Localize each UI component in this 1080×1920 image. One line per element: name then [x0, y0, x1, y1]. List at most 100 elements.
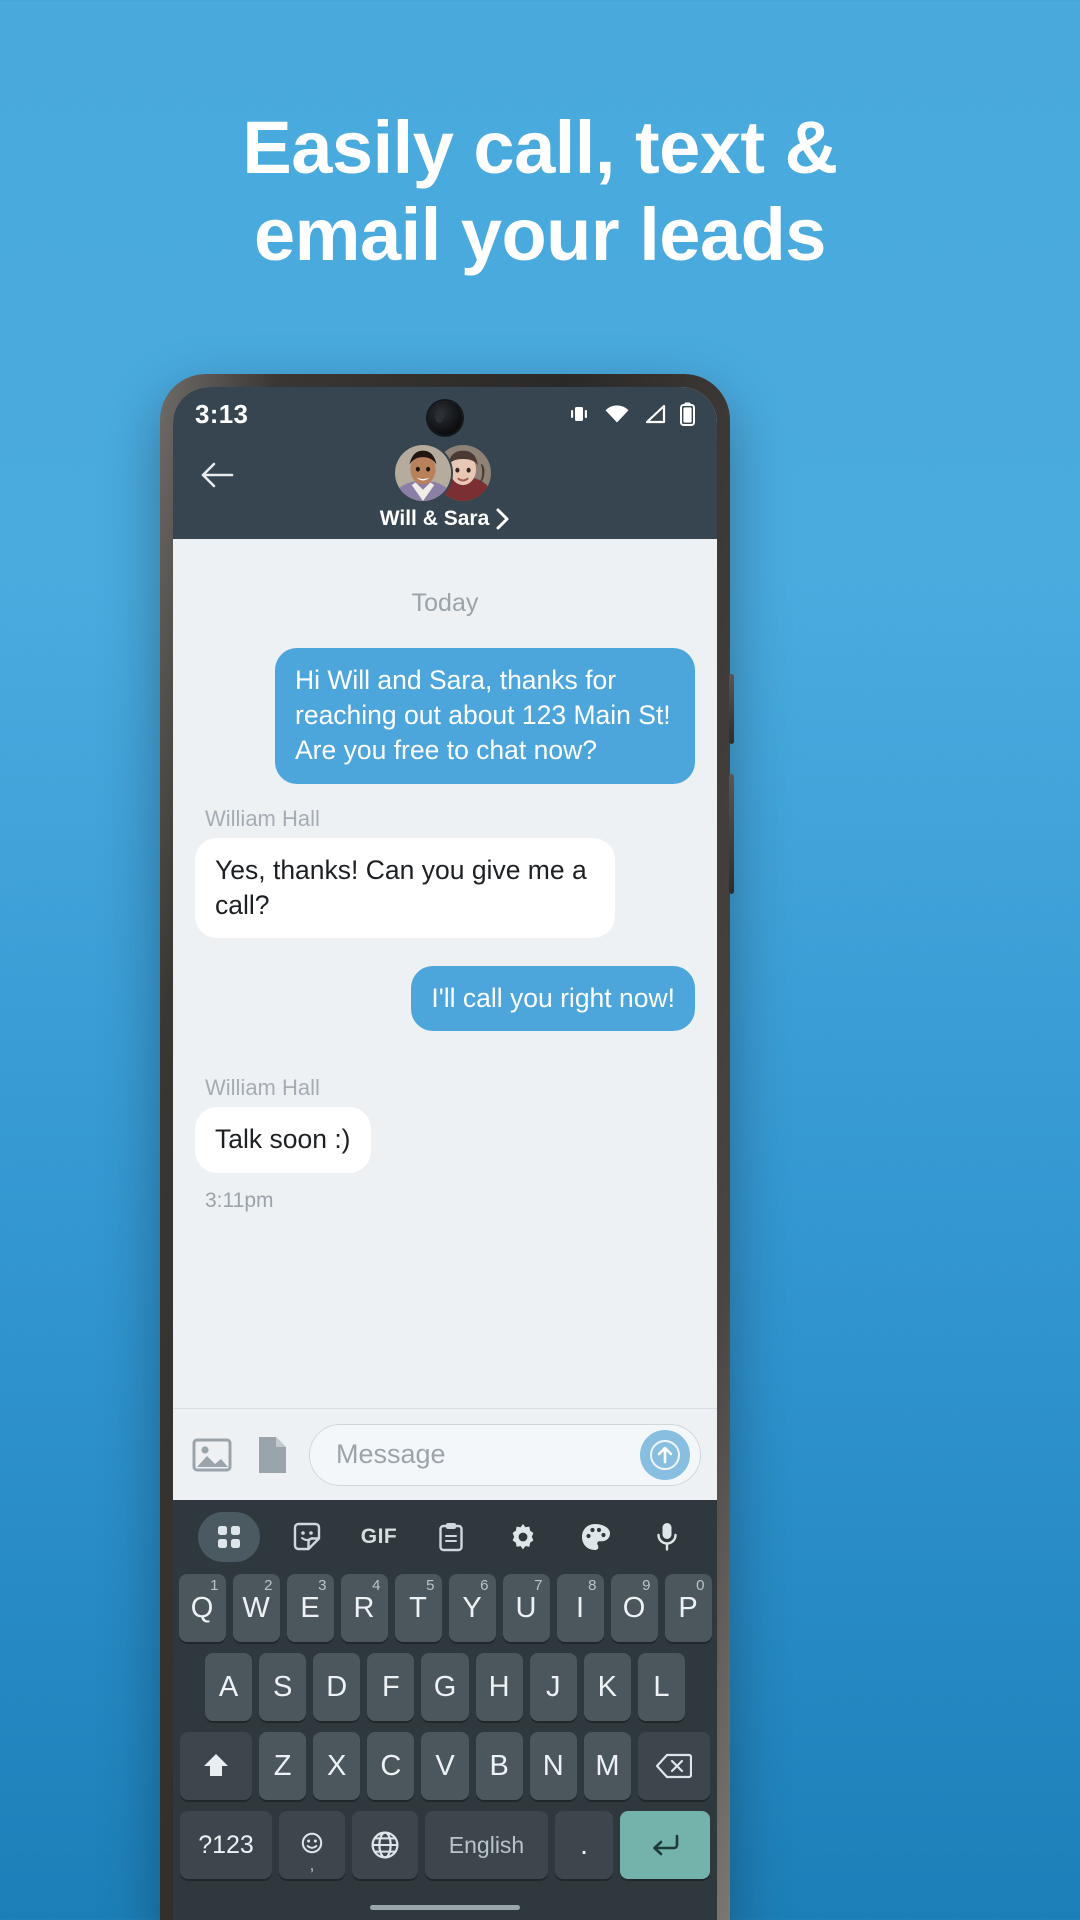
sticker-button[interactable]: [282, 1512, 332, 1562]
gif-button[interactable]: GIF: [354, 1512, 404, 1562]
voice-input-button[interactable]: [642, 1512, 692, 1562]
promo-headline: Easily call, text & email your leads: [0, 104, 1080, 279]
thread-spacer: [195, 944, 695, 966]
key-r[interactable]: 4 R: [340, 1574, 388, 1642]
thread-spacer: [195, 1037, 695, 1059]
key-l[interactable]: L: [637, 1653, 685, 1721]
key-k[interactable]: K: [583, 1653, 631, 1721]
palette-icon: [582, 1524, 610, 1550]
backspace-icon: [655, 1753, 692, 1779]
key-o-label: O: [622, 1591, 646, 1624]
power-button[interactable]: [729, 674, 734, 744]
key-g[interactable]: G: [421, 1653, 469, 1721]
emoji-comma-key[interactable]: ,: [279, 1811, 345, 1879]
key-w[interactable]: 2 W: [232, 1574, 280, 1642]
theme-palette-button[interactable]: [570, 1512, 620, 1562]
message-timestamp: 3:11pm: [205, 1188, 274, 1212]
enter-return-icon: [653, 1834, 679, 1856]
apps-grid-button[interactable]: [198, 1512, 260, 1562]
key-x[interactable]: X: [313, 1732, 361, 1800]
home-indicator[interactable]: [370, 1904, 520, 1910]
phone-screen-frame: 3:13 Will & Sara Today Hi Will and Sara,…: [173, 387, 717, 1920]
key-r-label: R: [353, 1591, 375, 1624]
key-f[interactable]: F: [367, 1653, 415, 1721]
key-c[interactable]: C: [367, 1732, 415, 1800]
headline-line-2: email your leads: [254, 193, 826, 277]
key-e[interactable]: 3 E: [286, 1574, 334, 1642]
key-t-number: 5: [426, 1577, 435, 1594]
settings-gear-icon: [512, 1524, 534, 1550]
key-q-label: Q: [190, 1591, 214, 1624]
message-bubble[interactable]: Hi Will and Sara, thanks for reaching ou…: [275, 648, 695, 784]
volume-button[interactable]: [729, 774, 734, 894]
message-bubble[interactable]: Yes, thanks! Can you give me a call?: [195, 837, 615, 939]
backspace-key[interactable]: [637, 1732, 710, 1800]
apps-grid-icon: [218, 1526, 240, 1548]
key-p[interactable]: 0 P: [664, 1574, 712, 1642]
keyboard-row-2: A S D F G H J K L: [173, 1653, 717, 1721]
key-u[interactable]: 7 U: [502, 1574, 550, 1642]
globe-language-icon: [371, 1831, 399, 1859]
battery-icon: [680, 402, 695, 426]
gif-label: GIF: [360, 1525, 398, 1548]
key-t-label: T: [409, 1591, 427, 1624]
message-bubble[interactable]: I'll call you right now!: [411, 966, 695, 1032]
keyboard-toolbar: GIF: [173, 1500, 717, 1574]
key-t[interactable]: 5 T: [394, 1574, 442, 1642]
key-i-number: 8: [588, 1577, 597, 1594]
key-i[interactable]: 8 I: [556, 1574, 604, 1642]
key-d[interactable]: D: [313, 1653, 361, 1721]
conversation-header: Will & Sara: [173, 441, 717, 539]
symbols-key[interactable]: ?123: [180, 1811, 272, 1879]
participant-avatars[interactable]: [393, 443, 497, 505]
avatar-will: [393, 443, 453, 503]
status-time: 3:13: [195, 398, 249, 429]
key-o[interactable]: 9 O: [610, 1574, 658, 1642]
key-b[interactable]: B: [475, 1732, 523, 1800]
message-row-incoming-2: Talk soon :): [195, 1107, 695, 1173]
message-sender-label: William Hall: [205, 805, 320, 831]
send-button[interactable]: [640, 1429, 690, 1480]
key-y-number: 6: [480, 1577, 489, 1594]
message-input-placeholder: Message: [336, 1439, 446, 1469]
navigation-bar: [173, 1890, 717, 1920]
key-a[interactable]: A: [205, 1653, 253, 1721]
camera-punchhole: [428, 401, 462, 435]
key-y[interactable]: 6 Y: [448, 1574, 496, 1642]
space-key[interactable]: English: [425, 1811, 548, 1879]
language-key[interactable]: [352, 1811, 418, 1879]
key-n[interactable]: N: [529, 1732, 577, 1800]
key-m[interactable]: M: [583, 1732, 631, 1800]
message-sender-label: William Hall: [205, 1075, 320, 1101]
shift-key[interactable]: [180, 1732, 252, 1800]
period-key[interactable]: .: [555, 1811, 613, 1879]
key-s[interactable]: S: [259, 1653, 307, 1721]
message-input-field[interactable]: Message: [309, 1423, 701, 1486]
message-input-bar: Message: [173, 1408, 717, 1500]
key-z[interactable]: Z: [259, 1732, 307, 1800]
attach-image-button[interactable]: [189, 1432, 235, 1478]
back-arrow-icon: [201, 462, 234, 488]
key-w-label: W: [242, 1591, 270, 1624]
key-v[interactable]: V: [421, 1732, 469, 1800]
key-j[interactable]: J: [529, 1653, 577, 1721]
key-e-label: E: [300, 1591, 320, 1624]
clipboard-button[interactable]: [426, 1512, 476, 1562]
chevron-right-icon: [496, 508, 509, 530]
key-h[interactable]: H: [475, 1653, 523, 1721]
back-button[interactable]: [197, 455, 237, 495]
attach-document-button[interactable]: [249, 1432, 295, 1478]
conversation-title-row[interactable]: Will & Sara: [173, 507, 717, 531]
conversation-title: Will & Sara: [379, 507, 490, 530]
status-bar: 3:13: [173, 387, 717, 441]
day-divider: Today: [411, 589, 479, 617]
shift-up-icon: [204, 1754, 228, 1776]
message-bubble[interactable]: Talk soon :): [195, 1107, 371, 1173]
key-w-number: 2: [264, 1577, 273, 1594]
message-thread[interactable]: Today Hi Will and Sara, thanks for reach…: [173, 539, 717, 1408]
key-q[interactable]: 1 Q: [178, 1574, 226, 1642]
settings-button[interactable]: [498, 1512, 548, 1562]
enter-key[interactable]: [620, 1811, 710, 1879]
key-e-number: 3: [318, 1577, 327, 1594]
on-screen-keyboard[interactable]: GIF 1 Q 2 W 3 E 4 R 5 T 6 Y 7 U 8 I 9 O …: [173, 1500, 717, 1920]
